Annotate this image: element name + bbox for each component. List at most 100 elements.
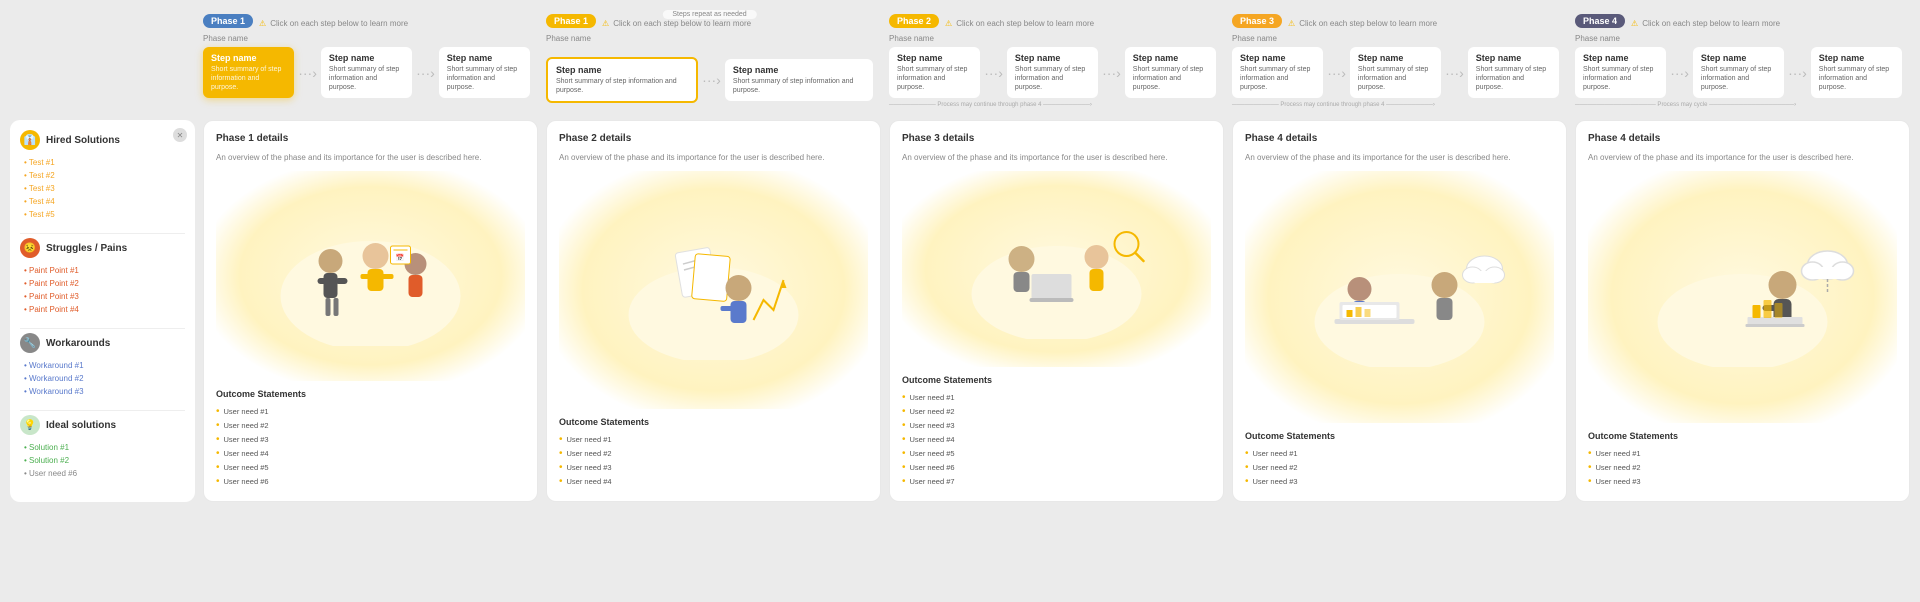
step-3-3-name: Step name <box>1133 53 1208 63</box>
sidebar-section-hired-header: 👔 Hired Solutions <box>20 130 185 150</box>
step-5-2[interactable]: Step name Short summary of step informat… <box>1693 47 1784 98</box>
phase-3-badge: Phase 2 <box>889 14 939 28</box>
outcome-1-1: User need #1 <box>216 405 525 419</box>
step-4-1[interactable]: Step name Short summary of step informat… <box>1232 47 1323 98</box>
outcome-5-2: User need #2 <box>1588 461 1897 475</box>
phase-5-outcomes: Outcome Statements User need #1 User nee… <box>1588 431 1897 489</box>
sidebar-item-solution2[interactable]: • Solution #2 <box>20 454 185 467</box>
phase-4-illustration <box>1245 171 1554 423</box>
sidebar-item-test3[interactable]: • Test #3 <box>20 182 185 195</box>
step-2-1-summary: Short summary of step information and pu… <box>556 77 688 95</box>
phase-2-illustration <box>559 171 868 409</box>
sidebar-item-solution1[interactable]: • Solution #1 <box>20 441 185 454</box>
step-3-2[interactable]: Step name Short summary of step informat… <box>1007 47 1098 98</box>
phase-4-card: Phase 4 details An overview of the phase… <box>1232 120 1567 502</box>
arrow-7: ···› <box>1445 65 1464 81</box>
step-2-1-name: Step name <box>556 65 688 75</box>
sidebar-item-test4[interactable]: • Test #4 <box>20 195 185 208</box>
sidebar-item-pain2[interactable]: • Paint Point #2 <box>20 277 185 290</box>
sidebar-item-test1[interactable]: • Test #1 <box>20 156 185 169</box>
phase-3-steps: Step name Short summary of step informat… <box>889 47 1216 98</box>
phase-column-1: Phase 1 Click on each step below to lear… <box>195 10 538 112</box>
sidebar-section-ideal: 💡 Ideal solutions • Solution #1 • Soluti… <box>20 415 185 480</box>
outcome-3-1: User need #1 <box>902 391 1211 405</box>
step-1-1-summary: Short summary of step information and pu… <box>211 65 286 92</box>
sidebar-item-pain4[interactable]: • Paint Point #4 <box>20 303 185 316</box>
phase-column-3: Phase 2 Click on each step below to lear… <box>881 10 1224 112</box>
phase-3-hint: Click on each step below to learn more <box>945 19 1094 28</box>
step-3-1-summary: Short summary of step information and pu… <box>897 65 972 92</box>
sidebar-item-workaround3[interactable]: • Workaround #3 <box>20 385 185 398</box>
sidebar-section-struggles-header: 😣 Struggles / Pains <box>20 238 185 258</box>
step-1-3-summary: Short summary of step information and pu… <box>447 65 522 92</box>
outcome-4-2: User need #2 <box>1245 461 1554 475</box>
step-4-3-summary: Short summary of step information and pu… <box>1476 65 1551 92</box>
sidebar-section-workarounds: 🔧 Workarounds • Workaround #1 • Workarou… <box>20 333 185 398</box>
sidebar-ideal-title: Ideal solutions <box>46 420 116 431</box>
step-2-2-name: Step name <box>733 65 865 75</box>
sidebar: ✕ 👔 Hired Solutions • Test #1 • Test #2 … <box>10 120 195 502</box>
step-3-3[interactable]: Step name Short summary of step informat… <box>1125 47 1216 98</box>
phase-5-badge: Phase 4 <box>1575 14 1625 28</box>
outcome-4-3: User need #3 <box>1245 475 1554 489</box>
hired-icon: 👔 <box>20 130 40 150</box>
phase-1-illustration: 📅 <box>216 171 525 381</box>
phase-5-hint: Click on each step below to learn more <box>1631 19 1780 28</box>
outcome-5-1: User need #1 <box>1588 447 1897 461</box>
step-3-1[interactable]: Step name Short summary of step informat… <box>889 47 980 98</box>
step-4-2-summary: Short summary of step information and pu… <box>1358 65 1433 92</box>
sidebar-item-test2[interactable]: • Test #2 <box>20 169 185 182</box>
arrow-3: ···› <box>702 72 721 88</box>
divider-1 <box>20 233 185 234</box>
timeline-area: Phase 1 Click on each step below to lear… <box>10 10 1910 112</box>
sidebar-item-workaround2[interactable]: • Workaround #2 <box>20 372 185 385</box>
step-2-1[interactable]: Step name Short summary of step informat… <box>546 57 698 103</box>
step-4-2[interactable]: Step name Short summary of step informat… <box>1350 47 1441 98</box>
sidebar-workarounds-title: Workarounds <box>46 338 110 349</box>
phase-5-name-label: Phase name <box>1575 34 1902 43</box>
sidebar-section-ideal-header: 💡 Ideal solutions <box>20 415 185 435</box>
sidebar-item-workaround1[interactable]: • Workaround #1 <box>20 359 185 372</box>
arrow-2: ···› <box>416 65 435 81</box>
step-5-1[interactable]: Step name Short summary of step informat… <box>1575 47 1666 98</box>
step-2-2[interactable]: Step name Short summary of step informat… <box>725 59 873 101</box>
sidebar-section-hired: 👔 Hired Solutions • Test #1 • Test #2 • … <box>20 130 185 221</box>
phase-4-hint: Click on each step below to learn more <box>1288 19 1437 28</box>
sidebar-item-userneed6[interactable]: • User need #6 <box>20 467 185 480</box>
svg-text:📅: 📅 <box>396 253 405 262</box>
sidebar-item-pain3[interactable]: • Paint Point #3 <box>20 290 185 303</box>
phase-5-outcome-title: Outcome Statements <box>1588 431 1897 441</box>
phase-1-outcome-title: Outcome Statements <box>216 389 525 399</box>
phase-1-badge: Phase 1 <box>203 14 253 28</box>
step-1-2[interactable]: Step name Short summary of step informat… <box>321 47 412 98</box>
phase-2-card: Phase 2 details An overview of the phase… <box>546 120 881 502</box>
step-1-3[interactable]: Step name Short summary of step informat… <box>439 47 530 98</box>
sidebar-struggles-title: Struggles / Pains <box>46 243 127 254</box>
sidebar-item-test5[interactable]: • Test #5 <box>20 208 185 221</box>
outcome-3-3: User need #3 <box>902 419 1211 433</box>
phase-column-4: Phase 3 Click on each step below to lear… <box>1224 10 1567 112</box>
step-1-1-name: Step name <box>211 53 286 63</box>
divider-2 <box>20 328 185 329</box>
phase-1-outcomes: Outcome Statements User need #1 User nee… <box>216 389 525 489</box>
outcome-3-5: User need #5 <box>902 447 1211 461</box>
steps-repeat-banner: Steps repeat as needed <box>662 10 756 19</box>
step-5-1-name: Step name <box>1583 53 1658 63</box>
step-1-1[interactable]: Step name Short summary of step informat… <box>203 47 294 98</box>
phase-2-card-title: Phase 2 details <box>559 133 868 144</box>
phase-2-steps: Step name Short summary of step informat… <box>546 57 873 103</box>
outcome-5-3: User need #3 <box>1588 475 1897 489</box>
phase-column-5: Phase 4 Click on each step below to lear… <box>1567 10 1910 112</box>
step-3-3-summary: Short summary of step information and pu… <box>1133 65 1208 92</box>
sidebar-item-pain1[interactable]: • Paint Point #1 <box>20 264 185 277</box>
phase-2-card-desc: An overview of the phase and its importa… <box>559 152 868 163</box>
divider-3 <box>20 410 185 411</box>
cards-area: Phase 1 details An overview of the phase… <box>203 120 1910 502</box>
step-5-3[interactable]: Step name Short summary of step informat… <box>1811 47 1902 98</box>
phase-1-card-title: Phase 1 details <box>216 133 525 144</box>
phase-3-illustration <box>902 171 1211 367</box>
phase-1-steps: Step name Short summary of step informat… <box>203 47 530 98</box>
step-4-2-name: Step name <box>1358 53 1433 63</box>
phase-2-name-label: Phase name <box>546 34 873 43</box>
step-4-3[interactable]: Step name Short summary of step informat… <box>1468 47 1559 98</box>
